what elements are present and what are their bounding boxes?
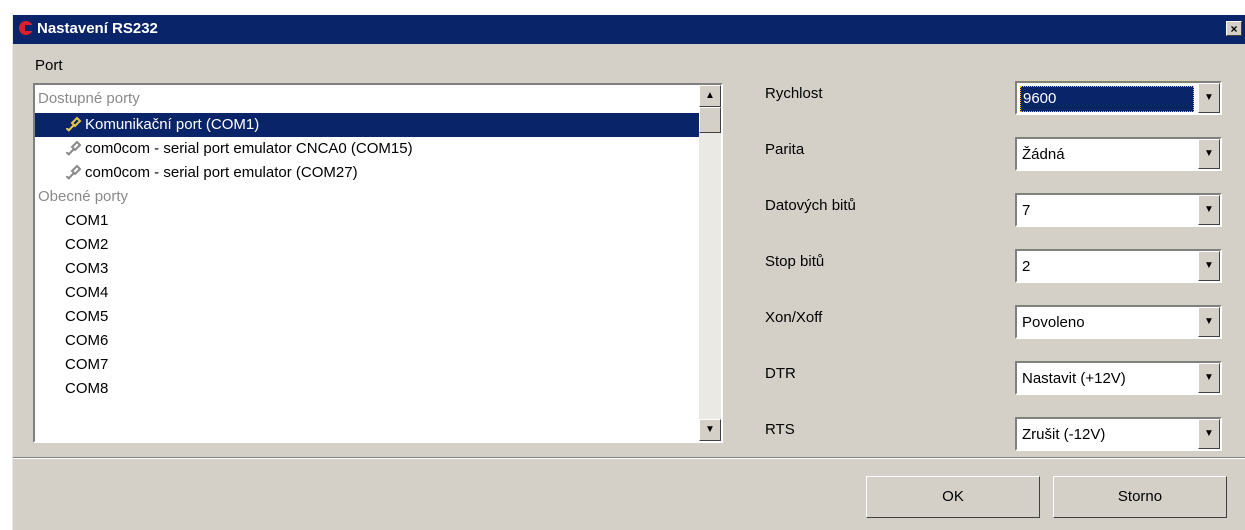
stop-bits-label: Stop bitů	[765, 253, 825, 270]
rts-label: RTS	[765, 421, 795, 438]
port-list-item[interactable]: COM3	[35, 257, 108, 281]
chevron-down-icon[interactable]: ▼	[1198, 251, 1220, 281]
parity-value: Žádná	[1022, 146, 1065, 163]
port-list-item[interactable]: COM8	[35, 377, 108, 401]
rts-select[interactable]: Zrušit (-12V) ▼	[1015, 417, 1222, 451]
port-list-item[interactable]: com0com - serial port emulator CNCA0 (CO…	[35, 137, 413, 161]
vertical-scrollbar[interactable]: ▲ ▼	[699, 85, 721, 441]
speed-label: Rychlost	[765, 85, 823, 102]
parity-label: Parita	[765, 141, 805, 158]
xon-xoff-select[interactable]: Povoleno ▼	[1015, 305, 1222, 339]
data-bits-select[interactable]: 7 ▼	[1015, 193, 1222, 227]
port-item-label: Komunikační port (COM1)	[85, 116, 260, 133]
rts-value: Zrušit (-12V)	[1022, 426, 1106, 443]
port-listbox[interactable]: Dostupné porty Komunikační port (COM1) c…	[33, 83, 723, 443]
scroll-up-button[interactable]: ▲	[699, 85, 721, 107]
port-list-item[interactable]: COM4	[35, 281, 108, 305]
close-button[interactable]: ×	[1226, 21, 1242, 36]
chevron-down-icon[interactable]: ▼	[1198, 363, 1220, 393]
port-item-label: com0com - serial port emulator CNCA0 (CO…	[85, 140, 413, 157]
xon-xoff-label: Xon/Xoff	[765, 309, 823, 326]
port-list-item[interactable]: COM2	[35, 233, 108, 257]
port-list-item[interactable]: COM6	[35, 329, 108, 353]
chevron-down-icon[interactable]: ▼	[1198, 195, 1220, 225]
title-bar[interactable]: Nastavení RS232 ×	[13, 15, 1245, 44]
serial-plug-icon	[66, 116, 82, 132]
app-c-icon	[19, 21, 33, 35]
port-item-label: com0com - serial port emulator (COM27)	[85, 164, 358, 181]
dtr-value: Nastavit (+12V)	[1022, 370, 1126, 387]
serial-plug-icon	[66, 164, 82, 180]
chevron-down-icon[interactable]: ▼	[1198, 83, 1220, 113]
stop-bits-select[interactable]: 2 ▼	[1015, 249, 1222, 283]
xon-xoff-value: Povoleno	[1022, 314, 1085, 331]
data-bits-label: Datových bitů	[765, 197, 856, 214]
window-title: Nastavení RS232	[37, 20, 158, 37]
chevron-down-icon[interactable]: ▼	[1198, 139, 1220, 169]
chevron-down-icon[interactable]: ▼	[1198, 419, 1220, 449]
footer-divider	[13, 457, 1245, 459]
parity-select[interactable]: Žádná ▼	[1015, 137, 1222, 171]
cancel-button[interactable]: Storno	[1053, 476, 1227, 518]
port-list-item[interactable]: com0com - serial port emulator (COM27)	[35, 161, 358, 185]
port-list-item[interactable]: COM7	[35, 353, 108, 377]
data-bits-value: 7	[1022, 202, 1031, 219]
dtr-select[interactable]: Nastavit (+12V) ▼	[1015, 361, 1222, 395]
speed-select[interactable]: 9600 ▼	[1015, 81, 1222, 115]
port-list-item-selected[interactable]: Komunikační port (COM1)	[35, 113, 699, 137]
port-list-item[interactable]: COM1	[35, 209, 108, 233]
ok-button[interactable]: OK	[866, 476, 1040, 518]
port-list-item[interactable]: COM5	[35, 305, 108, 329]
port-group-header: Obecné porty	[38, 188, 129, 205]
chevron-down-icon[interactable]: ▼	[1198, 307, 1220, 337]
stop-bits-value: 2	[1022, 258, 1031, 275]
dtr-label: DTR	[765, 365, 796, 382]
scroll-thumb[interactable]	[699, 107, 721, 133]
rs232-settings-dialog: Nastavení RS232 × Port Dostupné porty Ko…	[12, 15, 1245, 530]
port-group-header: Dostupné porty	[38, 90, 140, 107]
scroll-down-button[interactable]: ▼	[699, 419, 721, 441]
serial-plug-icon	[66, 140, 82, 156]
speed-value: 9600	[1020, 86, 1194, 112]
port-label: Port	[35, 57, 63, 74]
